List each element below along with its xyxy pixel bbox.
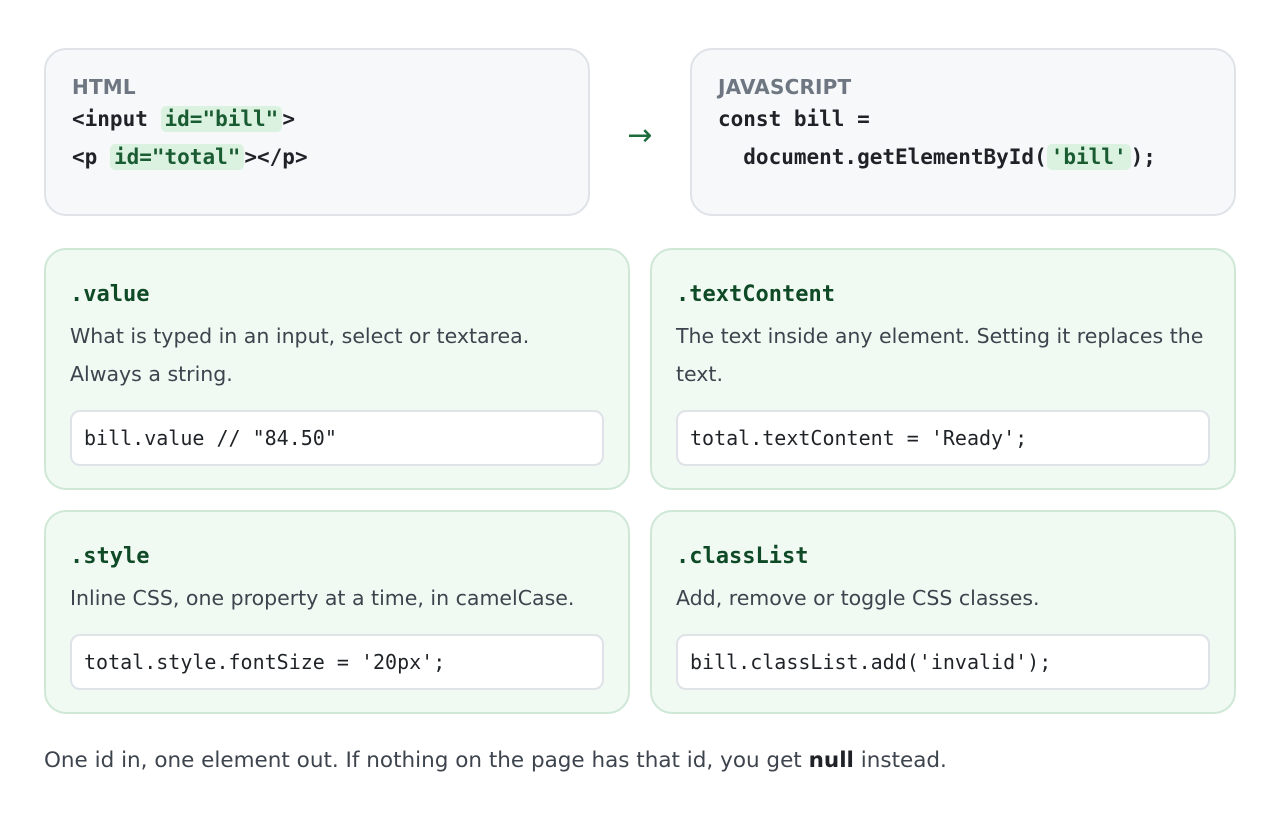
right-arrow-icon: → — [627, 118, 653, 153]
js-code-line-2: document.getElementById('bill'); — [718, 138, 1208, 176]
property-description: The text inside any element. Setting it … — [676, 324, 1204, 386]
footer-note: One id in, one element out. If nothing o… — [44, 744, 1234, 778]
property-title: .style — [70, 544, 150, 569]
property-card-textcontent: .textContent The text inside any element… — [650, 248, 1236, 490]
footer-text: instead. — [853, 748, 947, 773]
html-label: HTML — [72, 75, 136, 99]
code-example: bill.value // "84.50" — [70, 410, 604, 466]
code-text: document.getElementById( — [718, 145, 1047, 169]
id-highlight: id="bill" — [160, 106, 283, 132]
string-highlight: 'bill' — [1046, 144, 1131, 170]
code-text: <p — [72, 145, 110, 169]
code-example: bill.classList.add('invalid'); — [676, 634, 1210, 690]
html-code-line-2: <p id="total" ></p> — [72, 138, 562, 176]
code-example: total.textContent = 'Ready'; — [676, 410, 1210, 466]
property-card-value: .value What is typed in an input, select… — [44, 248, 630, 490]
javascript-label: JAVASCRIPT — [718, 75, 852, 99]
property-title: .value — [70, 282, 150, 307]
property-description: What is typed in an input, select or tex… — [70, 324, 530, 386]
html-code-card: HTML <input id="bill" > <p id="total" ></p… — [44, 48, 590, 216]
property-title: .textContent — [676, 282, 835, 307]
html-code-line-1: <input id="bill" > — [72, 100, 562, 138]
js-code-line-1: const bill = — [718, 107, 870, 131]
property-description: Add, remove or toggle CSS classes. — [676, 586, 1040, 610]
code-text: ></p> — [244, 145, 308, 169]
property-description: Inline CSS, one property at a time, in c… — [70, 586, 575, 610]
property-card-style: .style Inline CSS, one property at a tim… — [44, 510, 630, 714]
property-title: .classList — [676, 544, 809, 569]
property-card-classlist: .classList Add, remove or toggle CSS cla… — [650, 510, 1236, 714]
null-keyword: null — [808, 748, 854, 773]
javascript-code-card: JAVASCRIPT const bill = document.getElem… — [690, 48, 1236, 216]
footer-text: One id in, one element out. If nothing o… — [44, 748, 809, 773]
id-highlight: id="total" — [109, 144, 245, 170]
code-text: > — [282, 107, 295, 131]
code-example: total.style.fontSize = '20px'; — [70, 634, 604, 690]
code-text: ); — [1130, 145, 1156, 169]
code-text: <input — [72, 107, 161, 131]
